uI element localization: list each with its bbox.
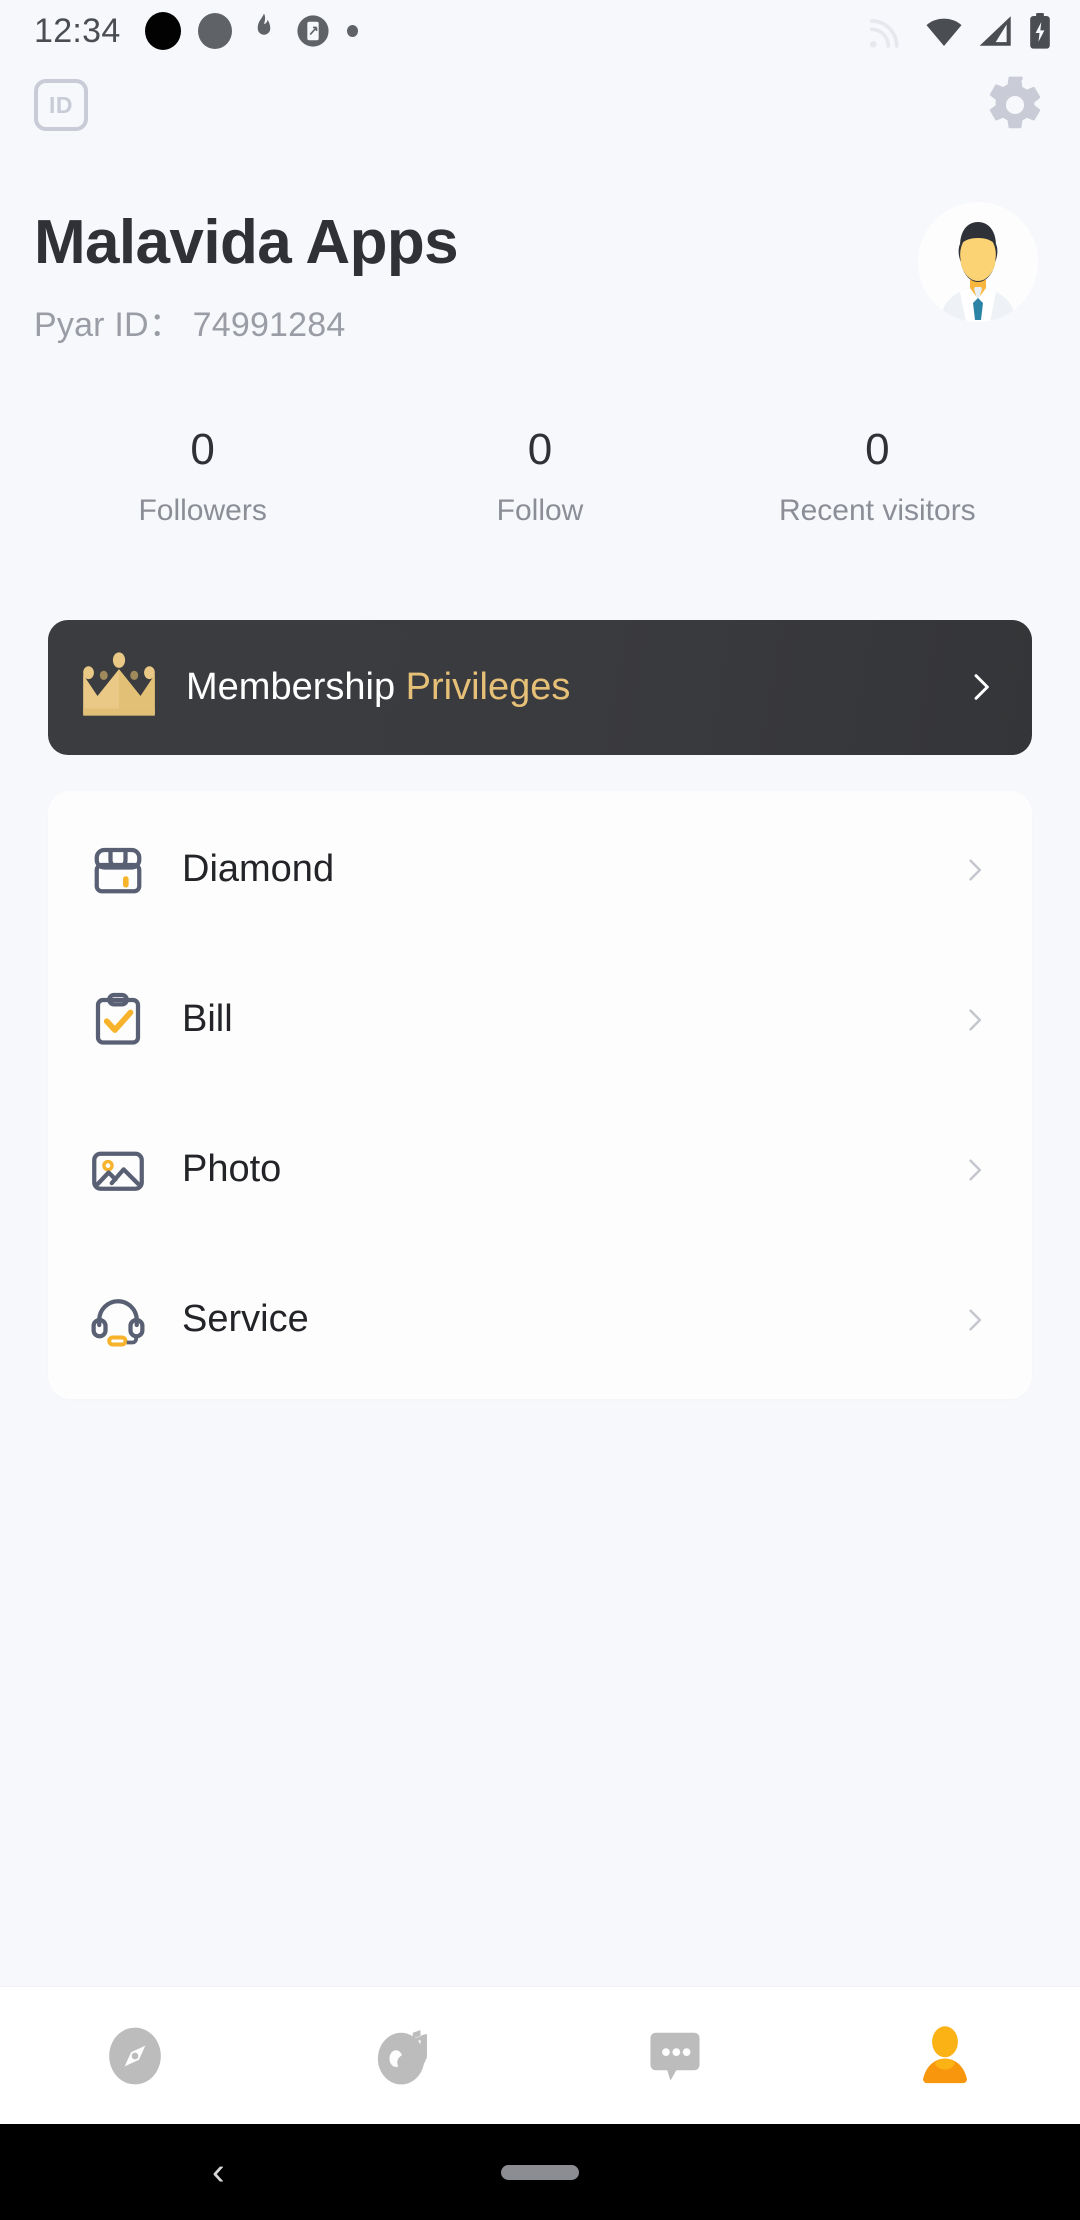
profile-text-block: Malavida Apps Pyar ID： 74991284 [34, 200, 459, 346]
headset-icon [91, 1299, 145, 1347]
privileges-label: Privileges [405, 665, 571, 708]
stat-label: Follow [496, 493, 584, 527]
gear-icon[interactable] [984, 74, 1046, 136]
stat-label: Recent visitors [778, 493, 976, 527]
menu-card: Diamond Bill Photo Service [48, 790, 1032, 1399]
stat-label: Followers [138, 493, 267, 527]
dot-gray-icon [197, 13, 232, 49]
person-icon [923, 2025, 967, 2083]
chevron-right-icon [974, 674, 989, 701]
avatar[interactable] [918, 202, 1038, 322]
stat-followers[interactable]: 0 Followers [34, 424, 371, 528]
chevron-right-icon [969, 1009, 982, 1031]
crown-icon [83, 652, 155, 717]
bottom-navigation-bar [0, 1986, 1080, 2124]
top-bar: ID [0, 62, 1080, 148]
nav-item-music[interactable] [270, 2025, 540, 2087]
page-title: Malavida Apps [34, 208, 459, 277]
wifi-icon [926, 18, 962, 46]
stats-row: 0 Followers 0 Follow 0 Recent visitors [0, 424, 1080, 528]
id-badge-label: ID [49, 91, 73, 118]
back-chevron-icon[interactable]: ‹ [212, 2153, 225, 2191]
stat-follow[interactable]: 0 Follow [371, 424, 708, 528]
stat-recent-visitors[interactable]: 0 Recent visitors [709, 424, 1046, 528]
app-screen: 12:34 ID Malavida Apps Pyar ID： 74991284… [0, 0, 1080, 2220]
status-bar-system-icons [870, 13, 1052, 49]
shop-icon [94, 847, 142, 894]
menu-item-label: Bill [182, 998, 233, 1041]
screenshot-icon [297, 15, 329, 47]
chevron-right-icon [969, 1309, 982, 1331]
status-bar-notification-icons [144, 12, 358, 50]
stat-value: 0 [527, 424, 553, 474]
battery-charging-icon [1030, 13, 1050, 49]
chat-bubble-icon [650, 2032, 700, 2081]
menu-item-label: Photo [182, 1148, 282, 1191]
clipboard-check-icon [95, 992, 141, 1045]
menu-item-label: Diamond [182, 848, 335, 891]
user-id-value: 74991284 [192, 305, 346, 344]
id-badge-button[interactable]: ID [34, 79, 88, 131]
image-icon [92, 1151, 144, 1191]
nav-item-profile[interactable] [810, 2025, 1080, 2087]
stat-value: 0 [865, 424, 890, 474]
chevron-right-icon [969, 859, 982, 881]
music-disc-icon [377, 2029, 427, 2084]
home-pill-icon[interactable] [501, 2164, 579, 2180]
status-bar: 12:34 [0, 0, 1080, 62]
compass-icon [109, 2027, 161, 2084]
nav-item-messages[interactable] [540, 2025, 810, 2087]
dot-small-icon [346, 25, 358, 37]
nav-item-discover[interactable] [0, 2025, 270, 2087]
profile-header: Malavida Apps Pyar ID： 74991284 [0, 148, 1080, 346]
chevron-right-icon [969, 1159, 982, 1181]
membership-banner-text: Membership Privileges [186, 666, 964, 709]
signal-icon [979, 16, 1011, 46]
default-male-avatar-icon [918, 202, 1038, 322]
stat-value: 0 [190, 424, 215, 474]
menu-item-service[interactable]: Service [48, 1245, 1032, 1395]
android-navigation-bar: ‹ [0, 2124, 1080, 2220]
status-bar-time: 12:34 [34, 11, 121, 50]
menu-item-label: Service [182, 1298, 309, 1341]
user-id-label: Pyar ID： [34, 305, 183, 344]
menu-item-bill[interactable]: Bill [48, 945, 1032, 1095]
user-id-row: Pyar ID： 74991284 [34, 297, 458, 346]
membership-label: Membership [186, 665, 396, 708]
flame-icon [257, 13, 270, 35]
dot-black-icon [144, 12, 181, 50]
cast-icon [870, 19, 899, 48]
membership-privileges-banner[interactable]: Membership Privileges [48, 619, 1032, 755]
menu-item-photo[interactable]: Photo [48, 1095, 1032, 1245]
menu-item-diamond[interactable]: Diamond [48, 795, 1032, 945]
